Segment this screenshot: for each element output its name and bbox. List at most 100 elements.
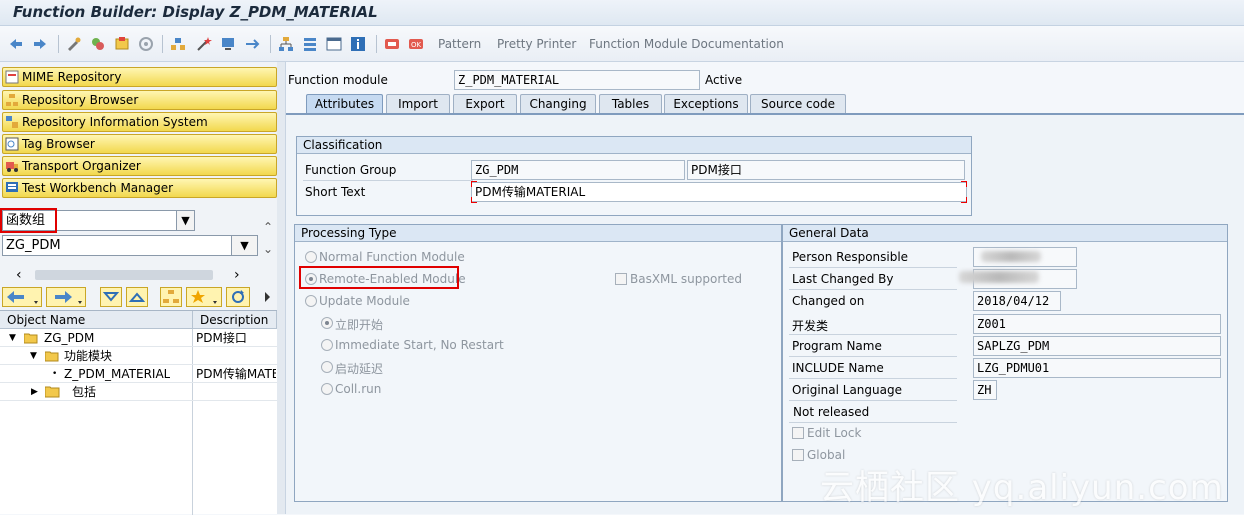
tab-source-code[interactable]: Source code bbox=[750, 94, 846, 113]
chevron-down-icon[interactable]: ▼ bbox=[176, 211, 194, 230]
mime-icon bbox=[5, 70, 19, 84]
start-immediately-radio[interactable] bbox=[321, 317, 333, 329]
row-divider bbox=[789, 378, 957, 379]
active-inactive-icon[interactable] bbox=[90, 36, 106, 52]
changed-on-field[interactable]: 2018/04/12 bbox=[973, 291, 1061, 311]
dropdown-icon[interactable]: ▼ bbox=[231, 236, 257, 255]
scroll-left-icon[interactable]: ‹ bbox=[16, 267, 22, 283]
original-language-field[interactable]: ZH bbox=[973, 380, 997, 400]
toolbar-separator bbox=[162, 35, 163, 53]
more-icon[interactable] bbox=[260, 287, 274, 307]
transport-icon[interactable] bbox=[384, 36, 400, 52]
repository-browser-button[interactable]: Repository Browser bbox=[2, 90, 277, 110]
tree-row[interactable]: • Z_PDM_MATERIAL PDM传输MATER bbox=[0, 366, 277, 383]
program-name-field[interactable]: SAPLZG_PDM bbox=[973, 336, 1221, 356]
tag-browser-button[interactable]: Tag Browser bbox=[2, 134, 277, 154]
collective-run-radio[interactable] bbox=[321, 383, 333, 395]
expanded-icon[interactable]: ▼ bbox=[30, 348, 37, 364]
favorites-icon[interactable] bbox=[186, 287, 222, 307]
normal-function-module-radio[interactable] bbox=[305, 251, 317, 263]
tab-import[interactable]: Import bbox=[386, 94, 450, 113]
row-divider bbox=[789, 400, 957, 401]
function-group-description-field[interactable]: PDM接口 bbox=[687, 160, 965, 180]
collapse-all-icon[interactable] bbox=[126, 287, 148, 307]
function-group-field[interactable]: ZG_PDM bbox=[471, 160, 685, 180]
scroll-right-icon[interactable]: › bbox=[234, 267, 240, 283]
truck-icon bbox=[6, 162, 18, 172]
short-text-field[interactable]: PDM传输MATERIAL bbox=[471, 182, 967, 202]
magic-wand-icon[interactable] bbox=[196, 36, 212, 52]
pattern-button[interactable]: Pattern bbox=[438, 37, 481, 51]
start-delayed-radio[interactable] bbox=[321, 361, 333, 373]
transport-organizer-button[interactable]: Transport Organizer bbox=[2, 156, 277, 176]
object-list-icon[interactable] bbox=[160, 287, 182, 307]
object-list-icon[interactable] bbox=[170, 36, 186, 52]
display-change-icon[interactable] bbox=[66, 36, 82, 52]
window-icon[interactable] bbox=[326, 36, 342, 52]
navigate-icon[interactable] bbox=[244, 36, 260, 52]
include-name-field[interactable]: LZG_PDMU01 bbox=[973, 358, 1221, 378]
immediate-start-no-restart-radio[interactable] bbox=[321, 339, 333, 351]
object-name-input[interactable]: ZG_PDM ▼ bbox=[2, 235, 258, 256]
dev-class-field[interactable]: Z001 bbox=[973, 314, 1221, 334]
stack-icon[interactable] bbox=[302, 36, 318, 52]
panel-splitter[interactable] bbox=[277, 62, 285, 514]
function-module-field[interactable]: Z_PDM_MATERIAL bbox=[454, 70, 700, 90]
folder-icon bbox=[45, 386, 60, 398]
hierarchy-icon[interactable] bbox=[278, 36, 294, 52]
function-module-documentation-button[interactable]: Function Module Documentation bbox=[589, 37, 784, 51]
tab-tables[interactable]: Tables bbox=[599, 94, 662, 113]
toolbar-separator bbox=[376, 35, 377, 53]
update-module-label: Update Module bbox=[319, 294, 410, 308]
object-name-column-header[interactable]: Object Name bbox=[0, 311, 193, 329]
field-focus-marker bbox=[961, 181, 967, 187]
tab-changing[interactable]: Changing bbox=[520, 94, 596, 113]
mime-repository-button[interactable]: MIME Repository bbox=[2, 67, 277, 87]
tree-row[interactable]: ▼ ZG_PDM PDM接口 bbox=[0, 330, 277, 347]
tree-row[interactable]: ▼ 功能模块 bbox=[0, 348, 277, 365]
include-name-label: INCLUDE Name bbox=[792, 361, 884, 375]
refresh-icon[interactable] bbox=[226, 287, 250, 307]
global-checkbox[interactable] bbox=[792, 449, 804, 461]
object-name-value: ZG_PDM bbox=[6, 238, 61, 253]
tab-attributes[interactable]: Attributes bbox=[306, 94, 383, 113]
expanded-icon[interactable]: ▼ bbox=[9, 330, 16, 346]
basxml-supported-checkbox[interactable] bbox=[615, 273, 627, 285]
description-column-header[interactable]: Description bbox=[193, 311, 277, 329]
row-divider bbox=[789, 267, 957, 268]
back-icon[interactable] bbox=[8, 36, 24, 52]
previous-object-icon[interactable] bbox=[2, 287, 42, 307]
repository-information-system-button[interactable]: Repository Information System bbox=[2, 112, 277, 132]
classification-group: Classification Function Group ZG_PDM PDM… bbox=[296, 136, 972, 216]
horizontal-scrollbar[interactable] bbox=[35, 270, 213, 280]
row-divider bbox=[303, 180, 473, 181]
watermark: 云栖社区 yq.aliyun.com bbox=[820, 468, 1224, 508]
update-module-radio[interactable] bbox=[305, 295, 317, 307]
window-title: Function Builder: Display Z_PDM_MATERIAL bbox=[13, 3, 378, 21]
test-icon[interactable] bbox=[220, 36, 236, 52]
next-object-icon[interactable] bbox=[46, 287, 86, 307]
collapsed-icon[interactable]: ▶ bbox=[31, 384, 38, 400]
start-immediately-label: 立即开始 bbox=[335, 318, 384, 332]
release-status-text: Not released bbox=[793, 405, 870, 419]
tree-node-label: Z_PDM_MATERIAL bbox=[64, 367, 171, 381]
where-used-icon[interactable] bbox=[138, 36, 154, 52]
forward-icon[interactable] bbox=[32, 36, 48, 52]
tab-export[interactable]: Export bbox=[453, 94, 517, 113]
edit-lock-label: Edit Lock bbox=[807, 426, 862, 440]
pretty-printer-button[interactable]: Pretty Printer bbox=[497, 37, 576, 51]
title-bar: Function Builder: Display Z_PDM_MATERIAL bbox=[0, 0, 1244, 26]
edit-lock-checkbox[interactable] bbox=[792, 427, 804, 439]
immediate-start-no-restart-label: Immediate Start, No Restart bbox=[335, 338, 504, 352]
tree-row[interactable]: ▶ 包括 bbox=[0, 384, 277, 401]
expand-all-icon[interactable] bbox=[100, 287, 122, 307]
panel-scroll-down-icon[interactable]: ⌄ bbox=[263, 242, 273, 256]
tab-exceptions[interactable]: Exceptions bbox=[664, 94, 748, 113]
other-object-icon[interactable] bbox=[114, 36, 130, 52]
info-icon[interactable] bbox=[350, 36, 366, 52]
application-toolbar: OK Pattern Pretty Printer Function Modul… bbox=[0, 26, 1244, 62]
panel-scroll-up-icon[interactable]: ⌃ bbox=[263, 220, 273, 234]
test-workbench-manager-button[interactable]: Test Workbench Manager bbox=[2, 178, 277, 198]
info-system-icon bbox=[6, 116, 18, 128]
display-object-icon[interactable]: OK bbox=[408, 36, 424, 52]
